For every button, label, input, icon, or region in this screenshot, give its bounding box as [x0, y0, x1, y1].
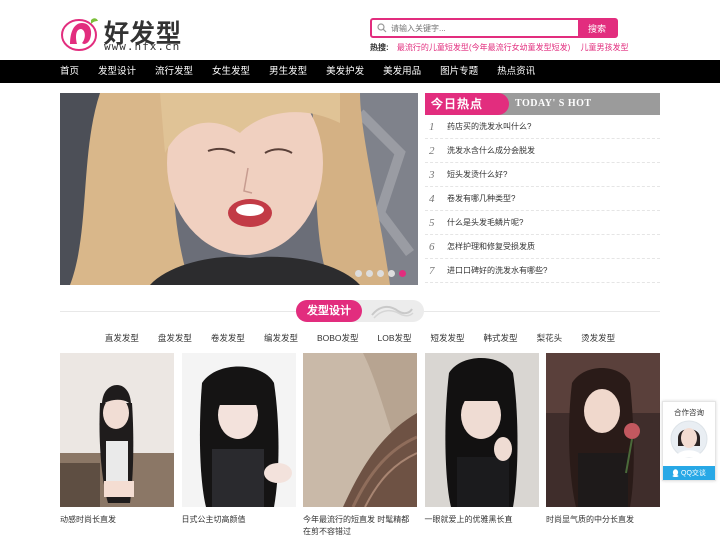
section-heading: 发型设计 — [296, 300, 424, 322]
item-number: 6 — [429, 240, 435, 253]
item-number: 5 — [429, 216, 435, 229]
category-link[interactable]: LOB发型 — [378, 332, 412, 344]
hot-search-label: 热搜: — [370, 43, 389, 52]
search-icon — [375, 20, 389, 36]
list-item[interactable]: 3 短头发烫什么好? — [425, 163, 660, 187]
consult-widget: 合作咨询 QQ交谈 — [662, 401, 716, 481]
hairstyle-card[interactable]: 动感时尚长直发 — [60, 353, 174, 538]
nav-item-topics[interactable]: 图片专题 — [440, 60, 478, 83]
card-title[interactable]: 时尚显气质的中分长直发 — [546, 514, 660, 526]
card-image — [60, 353, 174, 507]
qq-icon — [672, 469, 679, 477]
list-item[interactable]: 7 进口口碑好的洗发水有哪些? — [425, 259, 660, 283]
nav-item-hair-design[interactable]: 发型设计 — [98, 60, 136, 83]
item-link[interactable]: 什么是头发毛鳞片呢? — [447, 217, 523, 228]
card-title[interactable]: 日式公主切高颜值 — [182, 514, 296, 526]
nav-item-home[interactable]: 首页 — [60, 60, 79, 83]
card-image — [424, 353, 539, 507]
card-image — [181, 353, 296, 507]
banner-image — [60, 93, 418, 285]
slider-dot[interactable] — [377, 270, 384, 277]
card-image — [546, 353, 660, 507]
category-link[interactable]: 梨花头 — [537, 332, 563, 344]
item-number: 1 — [429, 120, 435, 133]
search-button[interactable]: 搜索 — [578, 20, 616, 36]
hair-wave-icon — [371, 305, 414, 319]
nav-item-men[interactable]: 男生发型 — [269, 60, 307, 83]
category-link[interactable]: 直发发型 — [105, 332, 139, 344]
today-hot-header: 今日热点 TODAY' S HOT — [425, 93, 660, 115]
category-link[interactable]: 烫发发型 — [581, 332, 615, 344]
nav-item-news[interactable]: 热点资讯 — [497, 60, 535, 83]
slider-dot[interactable] — [355, 270, 362, 277]
slider-dot-active[interactable] — [399, 270, 406, 277]
site-logo[interactable]: 好发型 www.hfx.cn — [60, 14, 200, 54]
item-link[interactable]: 短头发烫什么好? — [447, 169, 507, 180]
qq-chat-button[interactable]: QQ交谈 — [663, 466, 715, 480]
nav-item-hair-care[interactable]: 美发护发 — [326, 60, 364, 83]
category-link[interactable]: 韩式发型 — [484, 332, 518, 344]
banner-slider[interactable] — [60, 93, 418, 285]
nav-item-women[interactable]: 女生发型 — [212, 60, 250, 83]
hot-search-link[interactable]: 儿童男孩发型 — [580, 43, 628, 52]
slider-dot[interactable] — [388, 270, 395, 277]
category-link[interactable]: BOBO发型 — [317, 332, 359, 344]
category-link[interactable]: 短发发型 — [431, 332, 465, 344]
item-number: 7 — [429, 264, 435, 277]
hairstyle-card[interactable]: 日式公主切高颜值 — [181, 353, 296, 538]
slider-dot[interactable] — [366, 270, 373, 277]
card-image — [303, 353, 417, 507]
nav-item-popular[interactable]: 流行发型 — [155, 60, 193, 83]
item-link[interactable]: 药店买的洗发水叫什么? — [447, 121, 531, 132]
category-link[interactable]: 卷发发型 — [211, 332, 245, 344]
list-item[interactable]: 4 卷发有哪几种类型? — [425, 187, 660, 211]
search-bar: 搜索 — [370, 18, 618, 38]
main-nav: 首页 发型设计 流行发型 女生发型 男生发型 美发护发 美发用品 图片专题 热点… — [0, 60, 720, 83]
qq-chat-label: QQ交谈 — [681, 470, 706, 477]
card-title[interactable]: 今年最流行的短直发 时髦精都在剪不容错过 — [303, 514, 417, 538]
hot-search-link[interactable]: 最流行的儿童短发型(今年最流行女幼童发型短发) — [397, 43, 570, 52]
hairstyle-grid: 动感时尚长直发 日式公主切高颜值 今年最流行的短直发 时髦精都在剪不容错过 一眼… — [60, 353, 661, 538]
item-link[interactable]: 怎样护理和修复受损发质 — [447, 241, 535, 252]
today-hot-subtitle: TODAY' S HOT — [515, 98, 592, 109]
section-title: 发型设计 — [296, 300, 362, 322]
list-item[interactable]: 5 什么是头发毛鳞片呢? — [425, 211, 660, 235]
list-item[interactable]: 1 药店买的洗发水叫什么? — [425, 115, 660, 139]
list-item[interactable]: 6 怎样护理和修复受损发质 — [425, 235, 660, 259]
today-hot-panel: 今日热点 TODAY' S HOT 1 药店买的洗发水叫什么? 2 洗发水含什么成分… — [425, 93, 660, 285]
avatar — [670, 420, 708, 458]
hairstyle-card[interactable]: 一眼就爱上的优雅黑长直 — [424, 353, 539, 538]
woman-silhouette-icon — [61, 18, 98, 51]
slider-dots — [355, 270, 406, 277]
search-input[interactable] — [389, 20, 578, 36]
card-title[interactable]: 动感时尚长直发 — [60, 514, 174, 526]
item-link[interactable]: 卷发有哪几种类型? — [447, 193, 515, 204]
nav-item-products[interactable]: 美发用品 — [383, 60, 421, 83]
today-hot-title: 今日热点 — [425, 93, 509, 115]
category-filter: 直发发型 盘发发型 卷发发型 编发发型 BOBO发型 LOB发型 短发发型 韩式… — [60, 332, 660, 344]
hairstyle-card[interactable]: 时尚显气质的中分长直发 — [546, 353, 660, 538]
hot-search: 热搜: 最流行的儿童短发型(今年最流行女幼童发型短发) 儿童男孩发型 — [370, 42, 636, 53]
item-number: 3 — [429, 168, 435, 181]
item-link[interactable]: 洗发水含什么成分会脱发 — [447, 145, 535, 156]
today-hot-list: 1 药店买的洗发水叫什么? 2 洗发水含什么成分会脱发 3 短头发烫什么好? 4 卷发有… — [425, 115, 660, 283]
hairstyle-card[interactable]: 今年最流行的短直发 时髦精都在剪不容错过 — [303, 353, 417, 538]
item-number: 4 — [429, 192, 435, 205]
item-link[interactable]: 进口口碑好的洗发水有哪些? — [447, 265, 547, 276]
logo-url: www.hfx.cn — [104, 40, 181, 53]
list-item[interactable]: 2 洗发水含什么成分会脱发 — [425, 139, 660, 163]
category-link[interactable]: 编发发型 — [264, 332, 298, 344]
card-title[interactable]: 一眼就爱上的优雅黑长直 — [425, 514, 539, 526]
category-link[interactable]: 盘发发型 — [158, 332, 192, 344]
widget-title: 合作咨询 — [674, 408, 704, 417]
item-number: 2 — [429, 144, 435, 157]
